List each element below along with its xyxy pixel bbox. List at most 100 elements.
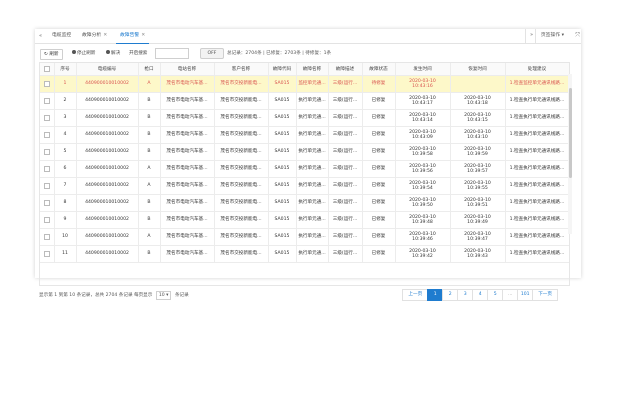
cell-status: 已修复: [362, 177, 396, 195]
tab-fault-alarm[interactable]: 故障告警 ✕: [116, 29, 150, 44]
close-icon[interactable]: ✕: [141, 33, 145, 38]
cell-station: 茂名市电动汽车基...: [160, 177, 215, 195]
col-header[interactable]: 电站名称: [160, 63, 215, 76]
cell-customer: 茂名市交投新能电...: [214, 92, 269, 110]
table-row[interactable]: 4 440900010010002 B 茂名市电动汽车基... 茂名市交投新能电... S…: [40, 126, 569, 144]
cell-cable: 440900010010002: [76, 143, 139, 161]
cell-port: A: [138, 228, 161, 246]
cell-name: 执行单元通...: [296, 177, 329, 195]
cell-occur: 2020-03-10 10:39:46: [395, 228, 451, 246]
tab-fault-analysis[interactable]: 故障分析 ✕: [78, 29, 111, 43]
cell-code: SA015: [268, 109, 297, 127]
col-header[interactable]: 客户名称: [214, 63, 269, 76]
pager-item[interactable]: 下一页: [532, 289, 558, 301]
select-all-checkbox[interactable]: [40, 63, 55, 76]
row-checkbox[interactable]: [40, 194, 55, 212]
pager-item[interactable]: 1: [427, 289, 444, 301]
cell-no: 1: [54, 75, 77, 93]
col-header[interactable]: 故障名称: [296, 63, 329, 76]
cell-name: 监控单元通...: [296, 75, 329, 93]
table-row[interactable]: 2 440900010010002 B 茂名市电动汽车基... 茂名市交投新能电... S…: [40, 92, 569, 110]
cell-advice: 1.检查执行单元通讯线路...: [505, 228, 569, 246]
scroll-left-icon[interactable]: «: [39, 33, 42, 39]
cell-recover: [450, 75, 506, 93]
cell-station: 茂名市电动汽车基...: [160, 245, 215, 263]
table-row[interactable]: 6 440900010010002 A 茂名市电动汽车基... 茂名市交投新能电... S…: [40, 160, 569, 178]
cell-no: 3: [54, 109, 77, 127]
cell-port: B: [138, 143, 161, 161]
pager-ellipsis: ...: [502, 289, 519, 301]
table-row[interactable]: 3 440900010010002 B 茂名市电动汽车基... 茂名市交投新能电... S…: [40, 109, 569, 127]
fullscreen-icon[interactable]: ⤧: [575, 29, 580, 43]
stop-refresh-option[interactable]: 停止刷新: [72, 49, 95, 58]
pager-item[interactable]: 5: [487, 289, 504, 301]
cell-recover: 2020-03-10 10:43:15: [450, 109, 506, 127]
table-row[interactable]: 8 440900010010002 B 茂名市电动汽车基... 茂名市交投新能电... S…: [40, 194, 569, 212]
cell-recover: 2020-03-10 10:43:18: [450, 92, 506, 110]
pager-item[interactable]: 101: [517, 289, 534, 301]
cell-customer: 茂名市交投新能电...: [214, 194, 269, 212]
row-checkbox[interactable]: [40, 126, 55, 144]
row-checkbox[interactable]: [40, 228, 55, 246]
tab-ops-dropdown[interactable]: 页签操作 ▾: [534, 29, 569, 43]
resolved-option[interactable]: 解决: [106, 49, 120, 58]
search-toggle[interactable]: OFF: [200, 48, 224, 59]
refresh-button[interactable]: ↻ 刷新: [40, 49, 63, 60]
page-size-select[interactable]: 10 ▾: [155, 291, 172, 300]
table-row[interactable]: 9 440900010010002 B 茂名市电动汽车基... 茂名市交投新能电... S…: [40, 211, 569, 229]
row-checkbox[interactable]: [40, 245, 55, 263]
cell-port: B: [138, 245, 161, 263]
cell-customer: 茂名市交投新能电...: [214, 109, 269, 127]
cell-customer: 茂名市交投新能电...: [214, 160, 269, 178]
cell-advice: 1.检查执行单元通讯线路...: [505, 143, 569, 161]
cell-occur: 2020-03-10 10:39:50: [395, 194, 451, 212]
col-header[interactable]: 故障状态: [362, 63, 396, 76]
col-header[interactable]: 故障描述: [328, 63, 363, 76]
cell-advice: 1.检查执行单元通讯线路...: [505, 92, 569, 110]
col-header[interactable]: 发生时间: [395, 63, 451, 76]
cell-code: SA015: [268, 75, 297, 93]
row-checkbox[interactable]: [40, 160, 55, 178]
col-header[interactable]: 恢复时间: [450, 63, 506, 76]
col-header[interactable]: 故障代码: [268, 63, 297, 76]
open-search-label: 开启搜索: [129, 51, 148, 56]
cell-no: 4: [54, 126, 77, 144]
table-scrollbar[interactable]: [568, 74, 572, 234]
cell-cable: 440900010010002: [76, 75, 139, 93]
table-row[interactable]: 1 440900010010002 A 茂名市电动汽车基... 茂名市交投新能电... S…: [40, 75, 569, 93]
col-header[interactable]: 枪口: [138, 63, 161, 76]
table-row[interactable]: 11 440900010010002 B 茂名市电动汽车基... 茂名市交投新能电...…: [40, 245, 569, 263]
col-header[interactable]: 电缆编号: [76, 63, 139, 76]
row-checkbox[interactable]: [40, 143, 55, 161]
cell-status: 已修复: [362, 228, 396, 246]
col-header[interactable]: 处理建议: [505, 63, 569, 76]
tab-cable-monitor[interactable]: 电缆监控: [48, 29, 75, 43]
cell-occur: 2020-03-10 10:43:14: [395, 109, 451, 127]
cell-station: 茂名市电动汽车基...: [160, 109, 215, 127]
cell-no: 11: [54, 245, 77, 263]
cell-name: 执行单元通...: [296, 143, 329, 161]
table-row[interactable]: 7 440900010010002 A 茂名市电动汽车基... 茂名市交投新能电... S…: [40, 177, 569, 195]
row-checkbox[interactable]: [40, 92, 55, 110]
pager-item[interactable]: 3: [457, 289, 474, 301]
cell-port: A: [138, 177, 161, 195]
cell-station: 茂名市电动汽车基...: [160, 143, 215, 161]
row-checkbox[interactable]: [40, 177, 55, 195]
row-checkbox[interactable]: [40, 211, 55, 229]
cell-code: SA015: [268, 211, 297, 229]
pager-item[interactable]: 4: [472, 289, 489, 301]
cell-status: 待修复: [362, 75, 396, 93]
cell-no: 6: [54, 160, 77, 178]
close-icon[interactable]: ✕: [103, 33, 107, 38]
col-header[interactable]: 序号: [54, 63, 77, 76]
cell-recover: 2020-03-10 10:39:51: [450, 194, 506, 212]
cell-customer: 茂名市交投新能电...: [214, 126, 269, 144]
pager-item[interactable]: 上一页: [402, 289, 429, 301]
row-checkbox[interactable]: [40, 109, 55, 127]
pager-item[interactable]: 2: [442, 289, 459, 301]
table-row[interactable]: 10 440900010010002 A 茂名市电动汽车基... 茂名市交投新能电...…: [40, 228, 569, 246]
search-input[interactable]: [155, 48, 189, 59]
table-row[interactable]: 5 440900010010002 B 茂名市电动汽车基... 茂名市交投新能电... S…: [40, 143, 569, 161]
row-checkbox[interactable]: [40, 75, 55, 93]
cell-recover: 2020-03-10 10:39:49: [450, 211, 506, 229]
